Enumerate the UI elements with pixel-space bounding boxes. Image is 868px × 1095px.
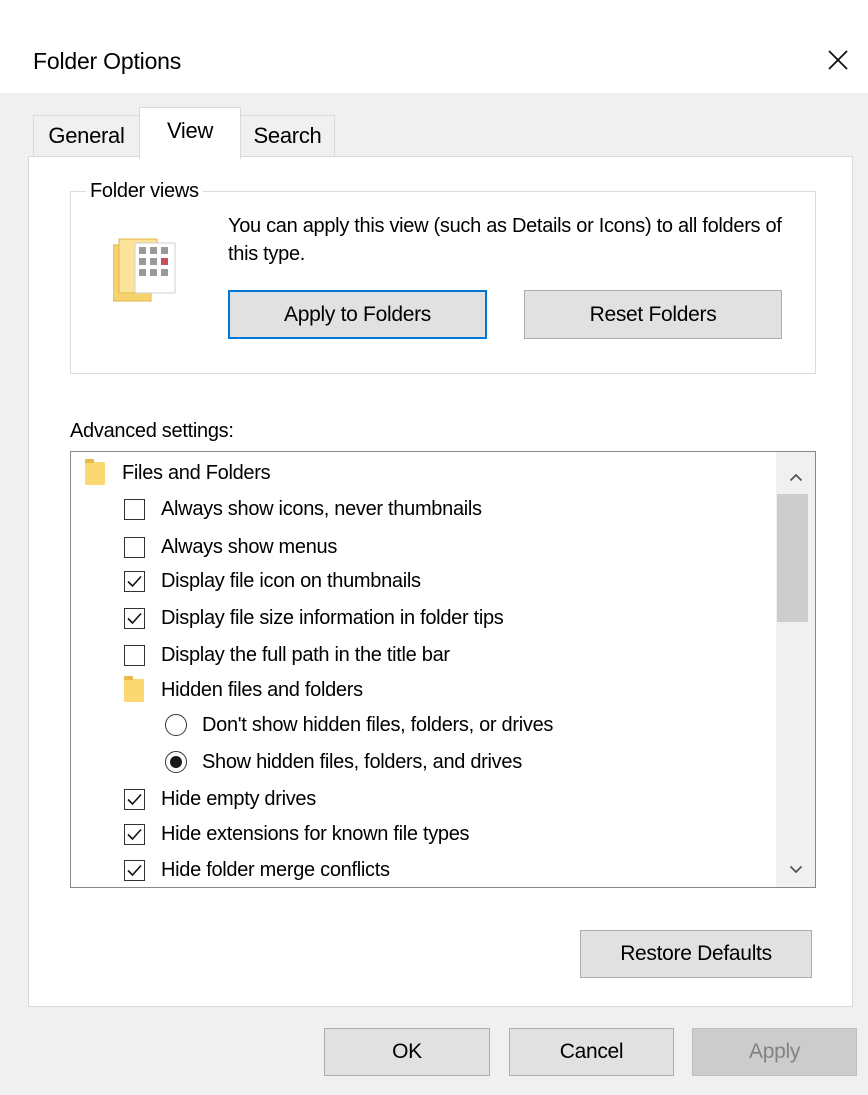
setting-show-hidden[interactable]: Show hidden files, folders, and drives (165, 745, 522, 779)
tree-folder-hidden-files[interactable]: Hidden files and folders (124, 673, 363, 707)
setting-display-file-size[interactable]: Display file size information in folder … (124, 601, 504, 635)
apply-to-folders-button[interactable]: Apply to Folders (228, 290, 487, 339)
radio-dot (170, 756, 182, 768)
chevron-up-icon (789, 473, 802, 481)
setting-dont-show-hidden[interactable]: Don't show hidden files, folders, or dri… (165, 708, 553, 742)
checkbox[interactable] (124, 498, 145, 520)
checkbox[interactable] (124, 607, 145, 629)
setting-label: Display file size information in folder … (161, 606, 504, 629)
checkbox[interactable] (124, 788, 145, 810)
setting-label: Don't show hidden files, folders, or dri… (202, 713, 554, 736)
setting-label: Hide empty drives (161, 787, 316, 810)
setting-hide-empty-drives[interactable]: Hide empty drives (124, 782, 316, 816)
checkmark-icon (127, 612, 142, 624)
close-icon (828, 50, 848, 70)
tab-search[interactable]: Search (240, 115, 335, 156)
reset-folders-button[interactable]: Reset Folders (524, 290, 782, 339)
apply-button[interactable]: Apply (692, 1028, 857, 1076)
tab-general[interactable]: General (33, 115, 140, 156)
radio-button[interactable] (165, 714, 187, 736)
close-button[interactable] (818, 40, 858, 80)
scroll-up-button[interactable] (776, 460, 815, 494)
ok-button[interactable]: OK (324, 1028, 490, 1076)
folder-view-icon (112, 237, 179, 308)
checkbox[interactable] (124, 823, 145, 845)
setting-label: Display file icon on thumbnails (161, 569, 421, 592)
setting-always-show-menus[interactable]: Always show menus (124, 530, 337, 564)
folder-views-description: You can apply this view (such as Details… (228, 215, 782, 265)
cancel-button[interactable]: Cancel (509, 1028, 674, 1076)
window-top-strip (0, 0, 868, 10)
checkmark-icon (127, 575, 142, 587)
checkmark-icon (127, 793, 142, 805)
checkmark-icon (127, 864, 142, 876)
checkbox[interactable] (124, 536, 145, 558)
checkbox[interactable] (124, 859, 145, 881)
folder-icon (124, 675, 144, 702)
setting-label: Display the full path in the title bar (161, 643, 450, 666)
setting-label: Show hidden files, folders, and drives (202, 750, 522, 773)
setting-display-file-icon[interactable]: Display file icon on thumbnails (124, 564, 421, 598)
radio-button[interactable] (165, 751, 187, 773)
setting-label: Always show icons, never thumbnails (161, 497, 482, 520)
tree-item-label: Files and Folders (122, 461, 271, 484)
checkbox[interactable] (124, 570, 145, 592)
setting-label: Hide folder merge conflicts (161, 858, 390, 881)
checkmark-icon (127, 828, 142, 840)
folder-views-label: Folder views (86, 180, 203, 203)
dialog-title: Folder Options (33, 48, 182, 74)
setting-label: Always show menus (161, 535, 338, 558)
folder-icon (85, 458, 105, 485)
setting-always-show-icons[interactable]: Always show icons, never thumbnails (124, 492, 482, 526)
setting-hide-merge-conflicts[interactable]: Hide folder merge conflicts (124, 853, 390, 887)
checkbox[interactable] (124, 644, 145, 666)
setting-display-full-path[interactable]: Display the full path in the title bar (124, 638, 450, 672)
tree-item-label: Hidden files and folders (161, 678, 363, 701)
advanced-settings-label: Advanced settings: (70, 420, 234, 442)
chevron-down-icon (789, 865, 802, 873)
tree-folder-files-and-folders[interactable]: Files and Folders (85, 456, 271, 490)
scroll-down-button[interactable] (776, 852, 815, 886)
tab-view[interactable]: View (139, 107, 241, 159)
scroll-thumb[interactable] (777, 494, 808, 622)
setting-hide-extensions[interactable]: Hide extensions for known file types (124, 817, 470, 851)
restore-defaults-button[interactable]: Restore Defaults (580, 930, 812, 978)
setting-label: Hide extensions for known file types (161, 822, 470, 845)
